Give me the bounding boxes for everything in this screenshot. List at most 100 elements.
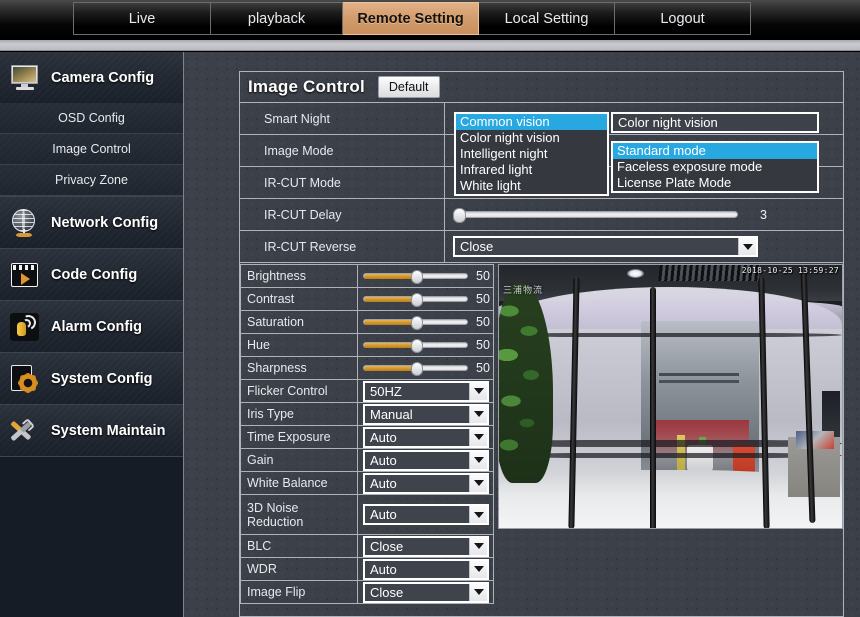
slider-knob[interactable] [411, 292, 423, 307]
app-root: Live playback Remote Setting Local Setti… [0, 0, 860, 617]
chevron-down-icon[interactable] [738, 238, 756, 255]
chevron-down-icon[interactable] [469, 537, 487, 555]
setting-label: Flicker Control [241, 380, 358, 402]
default-button[interactable]: Default [377, 76, 440, 98]
chevron-down-icon[interactable] [469, 428, 487, 446]
slider-knob[interactable] [411, 361, 423, 376]
dropdown-option[interactable]: Faceless exposure mode [613, 159, 817, 175]
setting-control: Auto [358, 426, 493, 448]
tab-playback[interactable]: playback [211, 2, 343, 35]
contrast-value: 50 [476, 292, 490, 306]
setting-control: 50HZ [358, 380, 493, 402]
saturation-slider[interactable] [363, 315, 468, 330]
film-icon [10, 261, 41, 289]
3d-noise-reduction-select[interactable]: Auto [363, 504, 489, 525]
sharpness-slider[interactable] [363, 361, 468, 376]
tab-local-setting[interactable]: Local Setting [479, 2, 615, 35]
image-flip-select[interactable]: Close [363, 581, 489, 603]
row-label: Smart Night [240, 103, 445, 134]
slider-knob[interactable] [411, 269, 423, 284]
sidebar-subitem-osd-config[interactable]: OSD Config [0, 103, 183, 134]
iris-type-select[interactable]: Manual [363, 403, 489, 425]
sidebar-group-system-maintain: System Maintain [0, 405, 183, 457]
select-value: Auto [370, 507, 397, 522]
setting-control: Auto [358, 495, 493, 534]
dropdown-option[interactable]: White light [456, 178, 607, 194]
wdr-select[interactable]: Auto [363, 558, 489, 580]
chevron-down-icon[interactable] [469, 583, 487, 601]
top-navigation-bar: Live playback Remote Setting Local Setti… [0, 0, 860, 40]
monitor-icon [10, 64, 41, 92]
sidebar: Camera Config OSD Config Image Control P… [0, 52, 184, 617]
sidebar-item-camera-config[interactable]: Camera Config [0, 52, 183, 103]
dropdown-option[interactable]: Infrared light [456, 162, 607, 178]
tab-remote-setting[interactable]: Remote Setting [343, 2, 479, 35]
table-row: Hue 50 [241, 334, 493, 357]
chevron-down-icon[interactable] [469, 560, 487, 578]
blc-select[interactable]: Close [363, 535, 489, 557]
setting-control: 50 [358, 357, 493, 379]
table-row: Gain Auto [241, 449, 493, 472]
image-settings-table: Brightness 50 Contrast 50 Saturation 50 … [240, 264, 494, 604]
setting-control: 50 [358, 334, 493, 356]
sidebar-item-label: Camera Config [51, 69, 155, 86]
dropdown-option[interactable]: Intelligent night [456, 146, 607, 162]
video-preview[interactable]: 三浦物流 2018-10-25 13:59:27 [498, 264, 843, 529]
sidebar-subitem-privacy-zone[interactable]: Privacy Zone [0, 165, 183, 196]
image-mode-dropdown-list[interactable]: Standard mode Faceless exposure mode Lic… [611, 141, 819, 193]
ir-cut-delay-slider[interactable] [453, 207, 738, 223]
select-value: Auto [370, 429, 397, 445]
gear-document-icon [10, 364, 41, 393]
table-row: 3D Noise Reduction Auto [241, 495, 493, 535]
gain-select[interactable]: Auto [363, 449, 489, 471]
table-row: Time Exposure Auto [241, 426, 493, 449]
tab-list: Live playback Remote Setting Local Setti… [73, 2, 751, 35]
setting-label: Sharpness [241, 357, 358, 379]
slider-knob[interactable] [453, 207, 466, 223]
slider-fill [364, 296, 416, 302]
sidebar-group-camera-config: Camera Config OSD Config Image Control P… [0, 52, 183, 197]
slider-fill [364, 273, 416, 279]
sidebar-item-label: System Config [51, 370, 153, 387]
sidebar-item-system-maintain[interactable]: System Maintain [0, 405, 183, 456]
slider-knob[interactable] [411, 315, 423, 330]
flicker-control-select[interactable]: 50HZ [363, 380, 489, 402]
row-label: IR-CUT Delay [240, 199, 445, 230]
setting-control: 50 [358, 265, 493, 287]
ir-cut-reverse-select[interactable]: Close [453, 236, 758, 257]
dropdown-option[interactable]: Color night vision [456, 130, 607, 146]
tab-live[interactable]: Live [73, 2, 211, 35]
sidebar-item-code-config[interactable]: Code Config [0, 249, 183, 300]
slider-knob[interactable] [411, 338, 423, 353]
time-exposure-select[interactable]: Auto [363, 426, 489, 448]
chevron-down-icon[interactable] [469, 382, 487, 400]
smart-night-dropdown-list[interactable]: Common vision Color night vision Intelli… [454, 112, 609, 196]
dropdown-option[interactable]: Standard mode [613, 143, 817, 159]
table-row: Flicker Control 50HZ [241, 380, 493, 403]
chevron-down-icon[interactable] [469, 506, 487, 523]
sidebar-item-system-config[interactable]: System Config [0, 353, 183, 404]
sidebar-item-alarm-config[interactable]: Alarm Config [0, 301, 183, 352]
hue-slider[interactable] [363, 338, 468, 353]
chevron-down-icon[interactable] [469, 474, 487, 492]
smart-night-value-field[interactable]: Color night vision [611, 112, 819, 133]
sidebar-item-network-config[interactable]: Network Config [0, 197, 183, 248]
white-balance-select[interactable]: Auto [363, 472, 489, 494]
brightness-slider[interactable] [363, 269, 468, 284]
chevron-down-icon[interactable] [469, 451, 487, 469]
table-row: Contrast 50 [241, 288, 493, 311]
video-frame [499, 265, 842, 528]
image-control-panel: Image Control Default Smart Night Image … [239, 71, 844, 617]
row-ir-cut-reverse: IR-CUT Reverse Close [240, 231, 843, 263]
setting-label: Contrast [241, 288, 358, 310]
contrast-slider[interactable] [363, 292, 468, 307]
dropdown-option[interactable]: License Plate Mode [613, 175, 817, 191]
tab-logout[interactable]: Logout [615, 2, 751, 35]
select-value: Close [370, 538, 404, 554]
dropdown-option[interactable]: Common vision [456, 114, 607, 130]
setting-label: White Balance [241, 472, 358, 494]
setting-control: Close [358, 581, 493, 603]
chevron-down-icon[interactable] [469, 405, 487, 423]
table-row: BLC Close [241, 535, 493, 558]
sidebar-subitem-image-control[interactable]: Image Control [0, 134, 183, 165]
